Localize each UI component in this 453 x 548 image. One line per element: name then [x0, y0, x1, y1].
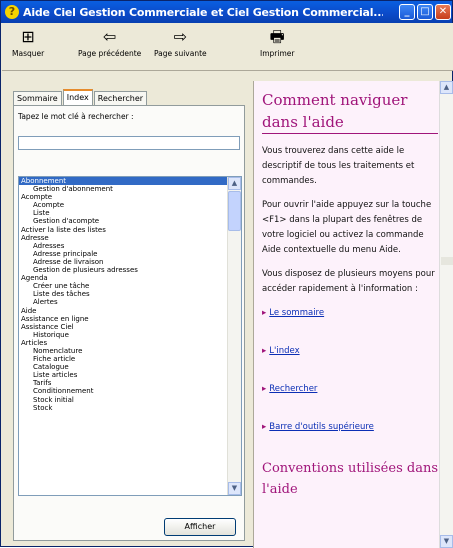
title-bar[interactable]: ? Aide Ciel Gestion Commerciale et Ciel …	[1, 1, 452, 23]
index-list-item[interactable]: Gestion d'acompte	[19, 217, 227, 225]
index-list-scrollbar[interactable]: ▲ ▼	[227, 177, 241, 495]
print-label: Imprimer	[260, 49, 295, 58]
hide-icon: ⊞	[21, 27, 35, 46]
index-list-item[interactable]: Adresse principale	[19, 250, 227, 258]
minimize-button[interactable]: _	[399, 4, 415, 20]
bullet-icon: ▸	[262, 346, 267, 356]
index-list-item[interactable]: Activer la liste des listes	[19, 226, 227, 234]
keyword-label: Tapez le mot clé à rechercher :	[18, 112, 134, 121]
scroll-down-button[interactable]: ▼	[440, 535, 453, 548]
index-list-item[interactable]: Aide	[19, 307, 227, 315]
forward-label: Page suivante	[154, 49, 207, 58]
back-arrow-icon: ⇦	[102, 27, 117, 46]
help-paragraph-2: Pour ouvrir l'aide appuyez sur la touche…	[262, 200, 432, 255]
index-list-item[interactable]: Gestion d'abonnement	[19, 185, 227, 193]
index-list-item[interactable]: Stock	[19, 404, 227, 412]
link-index[interactable]: ▸ L'index	[262, 344, 438, 358]
index-list-item[interactable]: Agenda	[19, 274, 227, 282]
tab-search[interactable]: Rechercher	[93, 91, 148, 105]
index-list-item[interactable]: Articles	[19, 339, 227, 347]
maximize-button[interactable]: □	[417, 4, 433, 20]
back-label: Page précédente	[78, 49, 142, 58]
index-list-item[interactable]: Acompte	[19, 193, 227, 201]
help-paragraph-3: Vous disposez de plusieurs moyens pour a…	[262, 269, 435, 294]
index-list-item[interactable]: Adresse de livraison	[19, 258, 227, 266]
help-scrollbar[interactable]: ▲ ▼	[439, 81, 453, 548]
index-list[interactable]: Abonnement Gestion d'abonnement Acompte Aco…	[18, 176, 242, 496]
scroll-thumb[interactable]	[441, 257, 453, 265]
index-list-item[interactable]: Liste	[19, 209, 227, 217]
index-list-item[interactable]: Gestion de plusieurs adresses	[19, 266, 227, 274]
link-search[interactable]: ▸ Rechercher	[262, 382, 438, 396]
show-button[interactable]: Afficher	[164, 518, 236, 536]
index-list-item[interactable]: Alertes	[19, 298, 227, 306]
index-list-item[interactable]: Historique	[19, 331, 227, 339]
tab-strip: Sommaire Index Rechercher	[13, 89, 148, 105]
scroll-thumb[interactable]	[228, 191, 241, 231]
index-list-item[interactable]: Assistance Ciel	[19, 323, 227, 331]
help-subtitle: Conventions utilisées dans l'aide	[262, 461, 438, 497]
window-title: Aide Ciel Gestion Commerciale et Ciel Ge…	[23, 5, 383, 19]
index-list-item[interactable]: Tarifs	[19, 379, 227, 387]
index-list-item[interactable]: Adresses	[19, 242, 227, 250]
index-list-item[interactable]: Nomenclature	[19, 347, 227, 355]
link-toolbar-text[interactable]: Barre d'outils supérieure	[269, 422, 374, 432]
index-list-item[interactable]: Liste articles	[19, 371, 227, 379]
help-icon: ?	[5, 5, 19, 19]
forward-button[interactable]: ⇨ Page suivante	[154, 27, 207, 58]
index-list-item[interactable]: Liste des tâches	[19, 290, 227, 298]
tab-contents[interactable]: Sommaire	[13, 91, 62, 105]
bullet-icon: ▸	[262, 308, 267, 318]
navigation-pane: Sommaire Index Rechercher Tapez le mot c…	[13, 83, 245, 541]
link-toolbar[interactable]: ▸ Barre d'outils supérieure	[262, 420, 438, 434]
print-button[interactable]: 🖶 Imprimer	[260, 27, 294, 58]
keyword-input[interactable]	[18, 136, 240, 150]
index-list-item[interactable]: Conditionnement	[19, 387, 227, 395]
hide-label: Masquer	[12, 49, 45, 58]
back-button[interactable]: ⇦ Page précédente	[78, 27, 141, 58]
index-panel: Tapez le mot clé à rechercher : Abonneme…	[13, 105, 245, 541]
scroll-up-button[interactable]: ▲	[440, 81, 453, 94]
link-contents[interactable]: ▸ Le sommaire	[262, 306, 438, 320]
index-list-items: Abonnement Gestion d'abonnement Acompte Aco…	[19, 177, 227, 412]
index-list-item[interactable]: Abonnement	[19, 177, 227, 186]
link-search-text[interactable]: Rechercher	[269, 384, 317, 394]
help-title: Comment naviguer dans l'aide	[262, 89, 438, 134]
index-list-item[interactable]: Assistance en ligne	[19, 315, 227, 323]
forward-arrow-icon: ⇨	[173, 27, 188, 46]
bullet-icon: ▸	[262, 422, 267, 432]
link-index-text[interactable]: L'index	[269, 346, 299, 356]
tab-index[interactable]: Index	[62, 89, 93, 105]
print-icon: 🖶	[269, 27, 285, 46]
scroll-up-button[interactable]: ▲	[228, 177, 241, 190]
index-list-item[interactable]: Stock initial	[19, 396, 227, 404]
bullet-icon: ▸	[262, 384, 267, 394]
help-window: ? Aide Ciel Gestion Commerciale et Ciel …	[0, 0, 453, 548]
toolbar: ⊞ Masquer ⇦ Page précédente ⇨ Page suiva…	[2, 23, 453, 71]
index-list-item[interactable]: Adresse	[19, 234, 227, 242]
scroll-down-button[interactable]: ▼	[228, 482, 241, 495]
index-list-item[interactable]: Catalogue	[19, 363, 227, 371]
help-content: Comment naviguer dans l'aide Vous trouve…	[262, 89, 438, 500]
help-paragraph-1: Vous trouverez dans cette aide le descri…	[262, 146, 415, 186]
index-list-item[interactable]: Créer une tâche	[19, 282, 227, 290]
link-contents-text[interactable]: Le sommaire	[269, 308, 324, 318]
hide-button[interactable]: ⊞ Masquer	[12, 27, 44, 58]
index-list-item[interactable]: Acompte	[19, 201, 227, 209]
index-list-item[interactable]: Fiche article	[19, 355, 227, 363]
close-button[interactable]: ✕	[435, 4, 451, 20]
help-content-pane: Comment naviguer dans l'aide Vous trouve…	[253, 81, 453, 548]
